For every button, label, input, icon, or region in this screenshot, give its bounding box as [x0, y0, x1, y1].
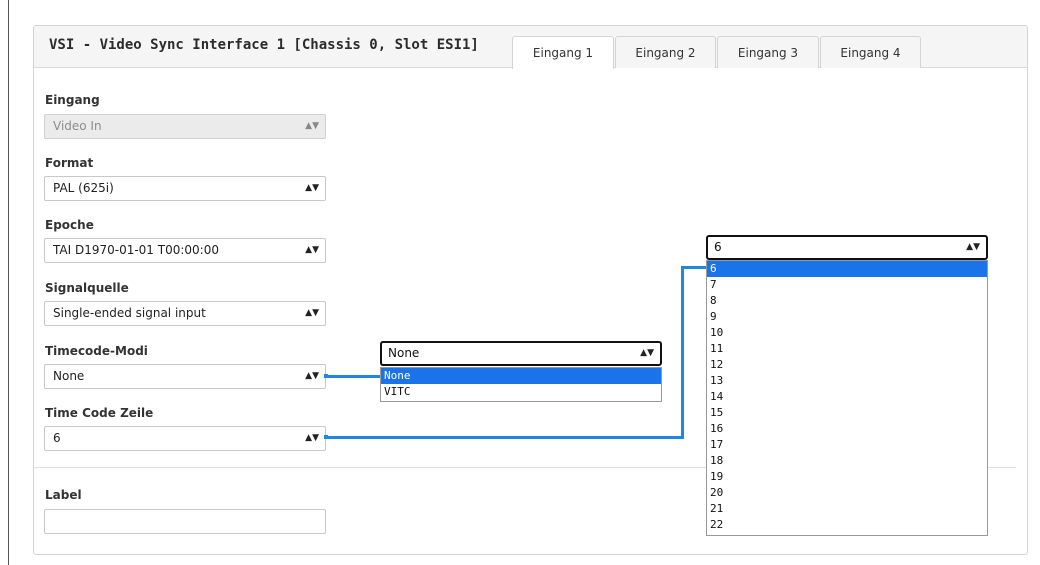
window-left-edge: [8, 0, 9, 565]
format-value: PAL (625i): [53, 181, 114, 195]
up-down-chevron-icon: ▲▼: [305, 245, 319, 255]
tab-eingang-4[interactable]: Eingang 4: [820, 36, 921, 68]
timecode-modi-label: Timecode-Modi: [45, 344, 148, 358]
epoche-value: TAI D1970-01-01 T00:00:00: [53, 243, 219, 257]
tab-eingang-3[interactable]: Eingang 3: [717, 36, 819, 68]
timecode-options-list: None VITC: [380, 367, 662, 402]
timecode-option[interactable]: VITC: [381, 384, 661, 400]
connector-line-zeile-h: [326, 436, 684, 439]
signalquelle-value: Single-ended signal input: [53, 306, 206, 320]
time-code-zeile-select[interactable]: 6 ▲▼: [44, 426, 326, 451]
timecode-popup-select[interactable]: None ▲▼: [380, 341, 662, 366]
zeile-popup-select[interactable]: 6 ▲▼: [706, 235, 988, 260]
timecode-popup-value: None: [388, 346, 420, 360]
signalquelle-label: Signalquelle: [45, 281, 129, 295]
tab-eingang-2[interactable]: Eingang 2: [615, 36, 716, 68]
panel-title: VSI - Video Sync Interface 1 [Chassis 0,…: [49, 37, 479, 53]
label-field-label: Label: [45, 488, 82, 502]
zeile-option[interactable]: 11: [707, 341, 987, 357]
zeile-option[interactable]: 16: [707, 421, 987, 437]
label-input[interactable]: [44, 509, 326, 534]
epoche-select[interactable]: TAI D1970-01-01 T00:00:00 ▲▼: [44, 238, 326, 263]
timecode-option[interactable]: None: [381, 368, 661, 384]
zeile-option[interactable]: 7: [707, 277, 987, 293]
zeile-option[interactable]: 21: [707, 501, 987, 517]
timecode-modi-value: None: [53, 369, 85, 383]
zeile-option[interactable]: 15: [707, 405, 987, 421]
zeile-option[interactable]: 17: [707, 437, 987, 453]
zeile-option[interactable]: 14: [707, 389, 987, 405]
signalquelle-select[interactable]: Single-ended signal input ▲▼: [44, 301, 326, 326]
format-select[interactable]: PAL (625i) ▲▼: [44, 176, 326, 201]
up-down-chevron-icon: ▲▼: [305, 121, 319, 131]
zeile-popup-value: 6: [714, 240, 722, 254]
up-down-chevron-icon: ▲▼: [305, 308, 319, 318]
connector-dot: [324, 435, 328, 439]
connector-line-zeile-v: [681, 266, 684, 439]
epoche-label: Epoche: [45, 218, 94, 232]
connector-line-zeile-top: [681, 266, 708, 269]
up-down-chevron-icon: ▲▼: [640, 348, 654, 358]
zeile-option[interactable]: 8: [707, 293, 987, 309]
zeile-options-list: 6 7 8 9 10 11 12 13 14 15 16 17 18 19 20 21 22: [706, 260, 988, 536]
zeile-option[interactable]: 6: [707, 261, 987, 277]
connector-dot: [324, 374, 328, 378]
eingang-select: Video In ▲▼: [44, 114, 326, 139]
zeile-option[interactable]: 20: [707, 485, 987, 501]
up-down-chevron-icon: ▲▼: [305, 183, 319, 193]
format-label: Format: [45, 156, 94, 170]
up-down-chevron-icon: ▲▼: [966, 242, 980, 252]
up-down-chevron-icon: ▲▼: [305, 371, 319, 381]
zeile-option[interactable]: 9: [707, 309, 987, 325]
timecode-modi-select[interactable]: None ▲▼: [44, 364, 326, 389]
zeile-option[interactable]: 19: [707, 469, 987, 485]
zeile-option[interactable]: 13: [707, 373, 987, 389]
connector-line-timecode: [326, 375, 381, 378]
time-code-zeile-label: Time Code Zeile: [45, 406, 154, 420]
time-code-zeile-value: 6: [53, 431, 61, 445]
eingang-label: Eingang: [45, 93, 100, 107]
zeile-option[interactable]: 22: [707, 517, 987, 533]
up-down-chevron-icon: ▲▼: [305, 433, 319, 443]
eingang-value: Video In: [53, 119, 102, 133]
tab-eingang-1[interactable]: Eingang 1: [512, 36, 614, 69]
zeile-option[interactable]: 12: [707, 357, 987, 373]
zeile-option[interactable]: 18: [707, 453, 987, 469]
zeile-option[interactable]: 10: [707, 325, 987, 341]
